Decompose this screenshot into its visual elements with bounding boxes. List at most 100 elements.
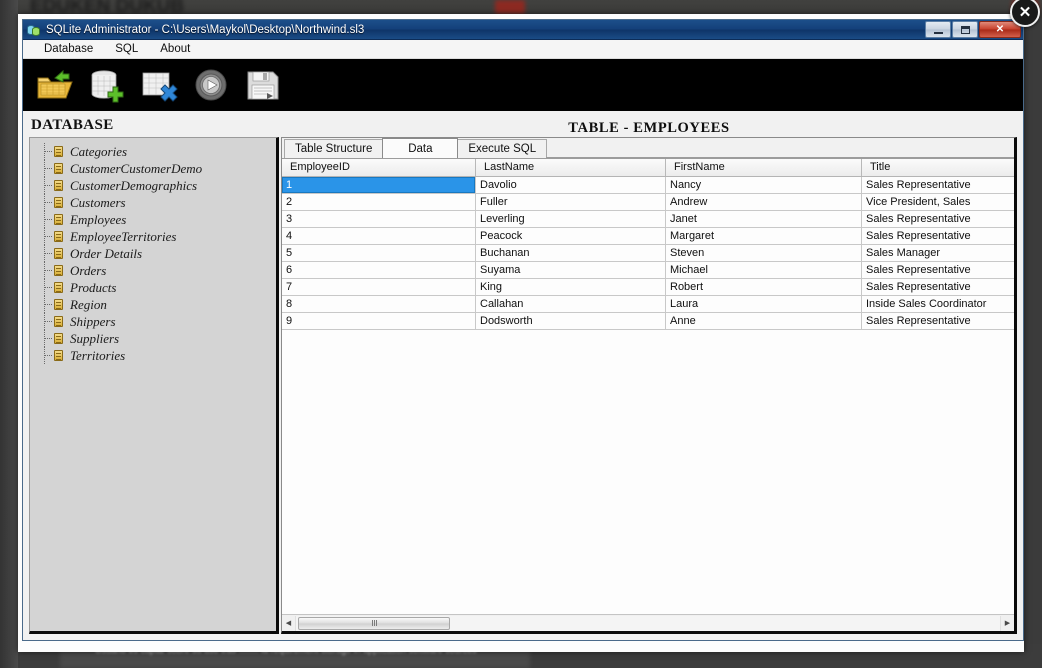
table-row[interactable]: 2 Fuller Andrew Vice President, Sales bbox=[282, 194, 1014, 211]
cell-firstname[interactable]: Andrew bbox=[666, 194, 862, 210]
table-row[interactable]: 8 Callahan Laura Inside Sales Coordinato… bbox=[282, 296, 1014, 313]
column-header-title[interactable]: Title bbox=[862, 159, 1014, 176]
cell-lastname[interactable]: Peacock bbox=[476, 228, 666, 244]
cell-firstname[interactable]: Steven bbox=[666, 245, 862, 261]
cell-employeeid[interactable]: 1 bbox=[282, 177, 476, 193]
cell-lastname[interactable]: Callahan bbox=[476, 296, 666, 312]
menu-about[interactable]: About bbox=[151, 41, 199, 57]
sidebar-item-label: Categories bbox=[70, 144, 127, 160]
sidebar-item-label: Products bbox=[70, 280, 116, 296]
cell-lastname[interactable]: Suyama bbox=[476, 262, 666, 278]
open-database-folder-button[interactable] bbox=[33, 64, 77, 106]
save-floppy-icon bbox=[243, 67, 283, 103]
execute-button[interactable] bbox=[189, 64, 233, 106]
cell-title[interactable]: Vice President, Sales bbox=[862, 194, 1014, 210]
table-row[interactable]: 9 Dodsworth Anne Sales Representative bbox=[282, 313, 1014, 330]
cell-title[interactable]: Sales Manager bbox=[862, 245, 1014, 261]
cell-lastname[interactable]: Dodsworth bbox=[476, 313, 666, 329]
table-icon bbox=[54, 180, 63, 191]
sqlite-administrator-window: SQLite Administrator - C:\Users\Maykol\D… bbox=[22, 19, 1024, 641]
sidebar-item-customers[interactable]: Customers bbox=[30, 194, 276, 211]
cell-title[interactable]: Sales Representative bbox=[862, 279, 1014, 295]
sidebar-item-suppliers[interactable]: Suppliers bbox=[30, 330, 276, 347]
sidebar-item-employeeterritories[interactable]: EmployeeTerritories bbox=[30, 228, 276, 245]
cell-firstname[interactable]: Michael bbox=[666, 262, 862, 278]
cell-lastname[interactable]: Davolio bbox=[476, 177, 666, 193]
cell-firstname[interactable]: Robert bbox=[666, 279, 862, 295]
column-header-employeeid[interactable]: EmployeeID bbox=[282, 159, 476, 176]
scroll-left-arrow-icon[interactable]: ◀ bbox=[282, 616, 295, 631]
cell-lastname[interactable]: Buchanan bbox=[476, 245, 666, 261]
cell-employeeid[interactable]: 4 bbox=[282, 228, 476, 244]
data-grid[interactable]: EmployeeID LastName FirstName Title 1 Da… bbox=[282, 159, 1014, 614]
cell-firstname[interactable]: Margaret bbox=[666, 228, 862, 244]
sidebar-item-label: Order Details bbox=[70, 246, 142, 262]
cell-employeeid[interactable]: 8 bbox=[282, 296, 476, 312]
horizontal-scrollbar[interactable]: ◀ ▶ bbox=[282, 614, 1014, 631]
cell-lastname[interactable]: King bbox=[476, 279, 666, 295]
sidebar-item-region[interactable]: Region bbox=[30, 296, 276, 313]
cell-lastname[interactable]: Leverling bbox=[476, 211, 666, 227]
sidebar-item-label: CustomerDemographics bbox=[70, 178, 197, 194]
scrollbar-track[interactable] bbox=[295, 616, 1001, 631]
sidebar-item-territories[interactable]: Territories bbox=[30, 347, 276, 364]
sidebar-item-label: Suppliers bbox=[70, 331, 119, 347]
cell-firstname[interactable]: Anne bbox=[666, 313, 862, 329]
sidebar-item-products[interactable]: Products bbox=[30, 279, 276, 296]
tab-table-structure[interactable]: Table Structure bbox=[284, 139, 383, 158]
database-tree[interactable]: Categories CustomerCustomerDemo Customer… bbox=[29, 137, 279, 634]
cell-title[interactable]: Sales Representative bbox=[862, 211, 1014, 227]
sidebar-item-label: EmployeeTerritories bbox=[70, 229, 176, 245]
maximize-button[interactable] bbox=[952, 21, 978, 38]
minimize-button[interactable] bbox=[925, 21, 951, 38]
table-row[interactable]: 1 Davolio Nancy Sales Representative bbox=[282, 177, 1014, 194]
table-row[interactable]: 7 King Robert Sales Representative bbox=[282, 279, 1014, 296]
cell-employeeid[interactable]: 9 bbox=[282, 313, 476, 329]
sidebar-item-shippers[interactable]: Shippers bbox=[30, 313, 276, 330]
cell-title[interactable]: Sales Representative bbox=[862, 313, 1014, 329]
cell-employeeid[interactable]: 3 bbox=[282, 211, 476, 227]
menu-database[interactable]: Database bbox=[35, 41, 102, 57]
cell-employeeid[interactable]: 5 bbox=[282, 245, 476, 261]
backdrop-red-badge-1 bbox=[495, 0, 525, 14]
cell-firstname[interactable]: Nancy bbox=[666, 177, 862, 193]
tab-data[interactable]: Data bbox=[382, 138, 458, 158]
scrollbar-thumb[interactable] bbox=[298, 617, 450, 630]
table-row[interactable]: 4 Peacock Margaret Sales Representative bbox=[282, 228, 1014, 245]
cell-employeeid[interactable]: 6 bbox=[282, 262, 476, 278]
cell-firstname[interactable]: Janet bbox=[666, 211, 862, 227]
table-row[interactable]: 6 Suyama Michael Sales Representative bbox=[282, 262, 1014, 279]
cell-title[interactable]: Inside Sales Coordinator bbox=[862, 296, 1014, 312]
sidebar-item-order-details[interactable]: Order Details bbox=[30, 245, 276, 262]
toolbar bbox=[23, 59, 1023, 111]
sidebar-item-orders[interactable]: Orders bbox=[30, 262, 276, 279]
minimize-icon bbox=[934, 32, 943, 34]
sidebar-header: DATABASE bbox=[29, 115, 279, 137]
sidebar-item-customerdemographics[interactable]: CustomerDemographics bbox=[30, 177, 276, 194]
delete-table-button[interactable] bbox=[137, 64, 181, 106]
cell-title[interactable]: Sales Representative bbox=[862, 262, 1014, 278]
execute-play-icon bbox=[191, 67, 231, 103]
column-header-firstname[interactable]: FirstName bbox=[666, 159, 862, 176]
cell-title[interactable]: Sales Representative bbox=[862, 177, 1014, 193]
table-row[interactable]: 3 Leverling Janet Sales Representative bbox=[282, 211, 1014, 228]
cell-employeeid[interactable]: 2 bbox=[282, 194, 476, 210]
sidebar-item-employees[interactable]: Employees bbox=[30, 211, 276, 228]
cell-lastname[interactable]: Fuller bbox=[476, 194, 666, 210]
new-database-icon bbox=[87, 67, 127, 103]
scroll-right-arrow-icon[interactable]: ▶ bbox=[1001, 616, 1014, 631]
table-icon bbox=[54, 231, 63, 242]
sidebar-item-customercustomerdemo[interactable]: CustomerCustomerDemo bbox=[30, 160, 276, 177]
sidebar-item-label: Employees bbox=[70, 212, 126, 228]
cell-employeeid[interactable]: 7 bbox=[282, 279, 476, 295]
menu-sql[interactable]: SQL bbox=[106, 41, 147, 57]
sidebar-item-categories[interactable]: Categories bbox=[30, 143, 276, 160]
column-header-lastname[interactable]: LastName bbox=[476, 159, 666, 176]
tab-execute-sql[interactable]: Execute SQL bbox=[457, 139, 547, 158]
cell-firstname[interactable]: Laura bbox=[666, 296, 862, 312]
grid-empty-area bbox=[282, 330, 1014, 614]
new-database-button[interactable] bbox=[85, 64, 129, 106]
cell-title[interactable]: Sales Representative bbox=[862, 228, 1014, 244]
save-button[interactable] bbox=[241, 64, 285, 106]
table-row[interactable]: 5 Buchanan Steven Sales Manager bbox=[282, 245, 1014, 262]
